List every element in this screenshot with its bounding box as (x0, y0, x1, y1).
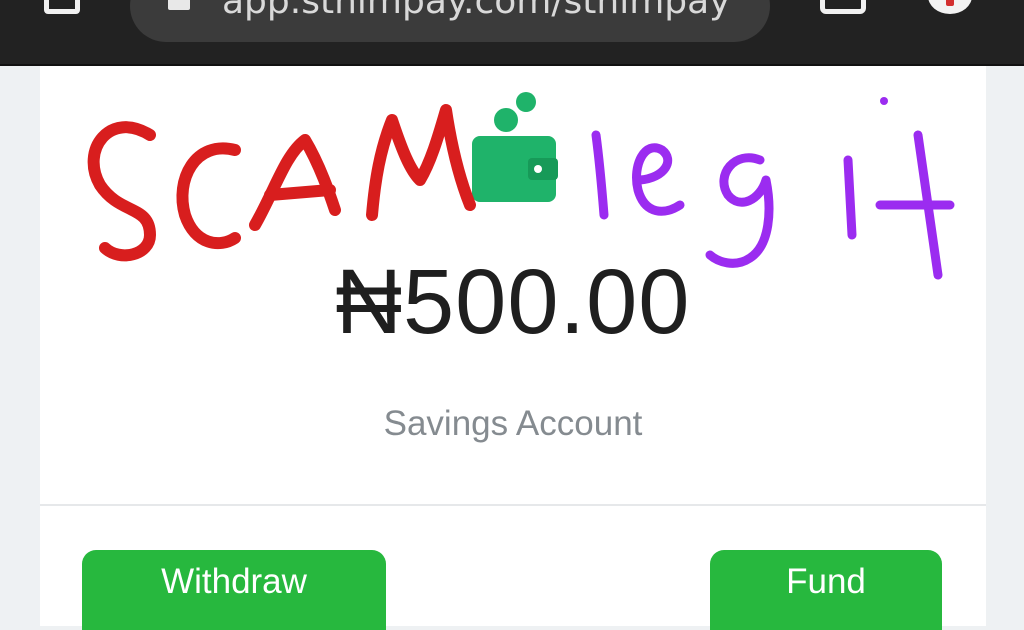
home-icon[interactable] (44, 0, 80, 14)
withdraw-button[interactable]: Withdraw (82, 550, 386, 630)
lock-icon (168, 0, 190, 10)
fund-button[interactable]: Fund (710, 550, 942, 630)
wallet-balance: ₦500.00 (335, 251, 691, 353)
wallet-icon (472, 92, 558, 202)
tabs-icon[interactable] (820, 0, 866, 14)
address-bar[interactable]: app.sthimpay.com/sthimpay (130, 0, 770, 42)
url-text[interactable]: app.sthimpay.com/sthimpay (222, 0, 730, 20)
card-divider (40, 504, 986, 506)
browser-toolbar: app.sthimpay.com/sthimpay (0, 0, 1024, 66)
account-type-label: Savings Account (383, 404, 643, 443)
wallet-card: ₦500.00 Savings Account Withdraw Fund (40, 66, 986, 630)
profile-icon[interactable] (928, 0, 972, 14)
